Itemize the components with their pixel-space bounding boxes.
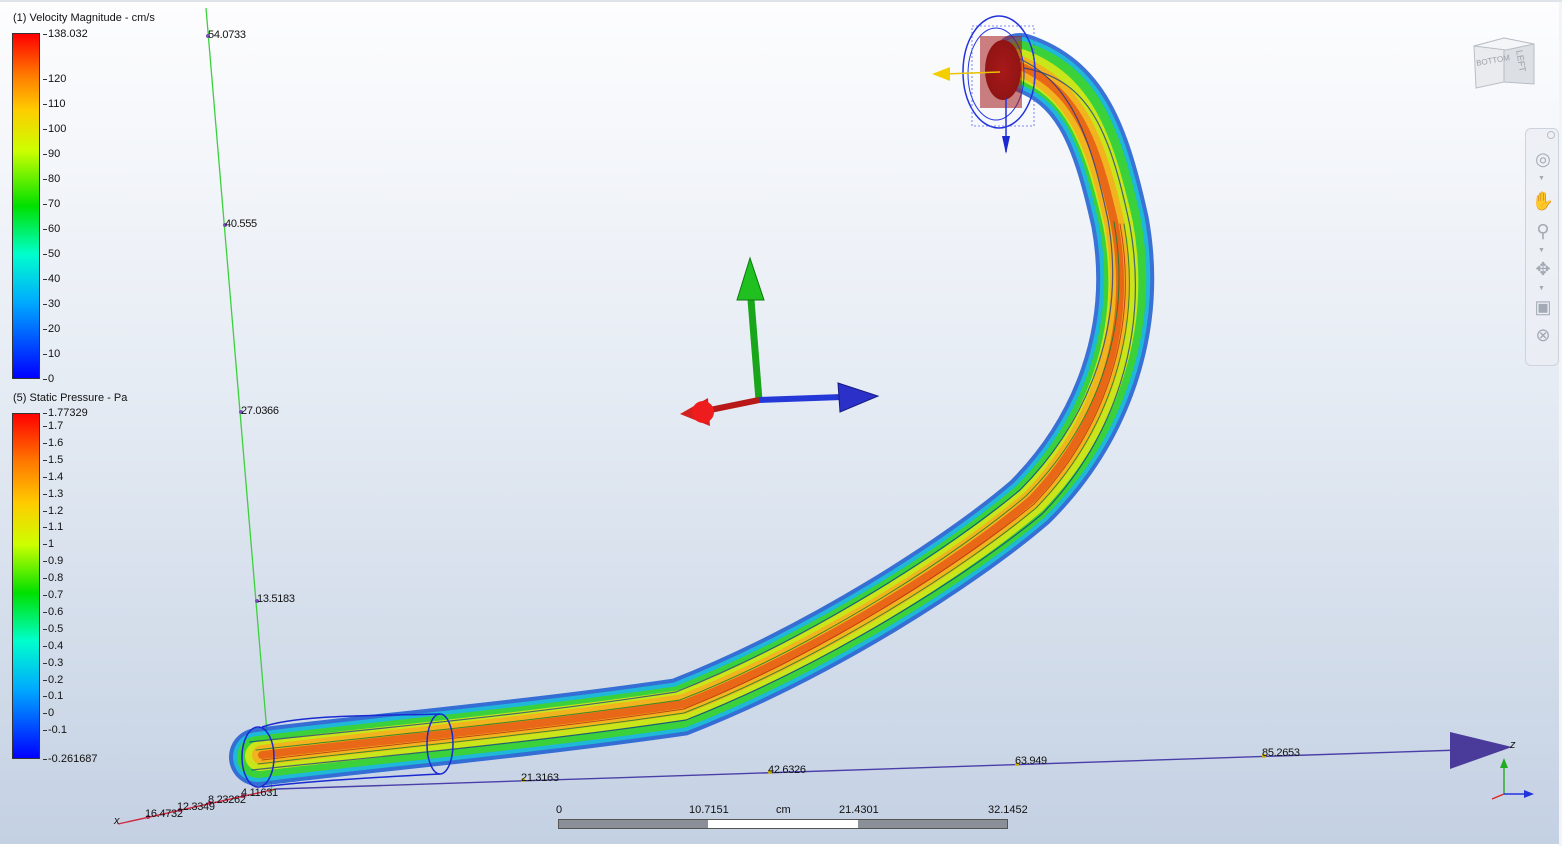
z-axis-label: 63.949: [1015, 755, 1047, 767]
y-axis-label: 40.555: [225, 218, 257, 230]
z-axis-label: 85.2653: [1262, 747, 1300, 759]
global-y-axis: [205, 7, 273, 793]
pressure-tick-label: 0.7: [42, 589, 64, 601]
chevron-down-icon[interactable]: ▼: [1538, 285, 1545, 292]
y-axis-label: 27.0366: [241, 405, 279, 417]
pressure-tick-label: 1.6: [42, 436, 64, 449]
velocity-tick-label: 80: [42, 173, 61, 185]
3d-viewport[interactable]: (1) Velocity Magnitude - cm/s 138.032 120…: [0, 0, 1562, 846]
look-at-icon[interactable]: ▣: [1531, 295, 1555, 319]
triad-gizmo[interactable]: [680, 256, 880, 426]
pressure-tick-label: 0.3: [42, 656, 64, 669]
pressure-tick-label: 1.5: [42, 453, 64, 466]
zoom-icon[interactable]: ⚲: [1531, 219, 1555, 243]
pressure-tick-label: 0.8: [42, 572, 64, 585]
velocity-tick-label: 70: [42, 198, 61, 210]
pressure-tick-label: 0.5: [42, 622, 64, 635]
chevron-down-icon[interactable]: ▼: [1538, 175, 1545, 182]
velocity-tick-label: 100: [42, 123, 67, 135]
center-icon[interactable]: ⊗: [1531, 323, 1555, 347]
pressure-tick-label: 0.9: [42, 555, 64, 568]
pressure-tick-label: 0.4: [42, 639, 64, 652]
y-axis-label: 13.5183: [257, 593, 295, 605]
scene-canvas[interactable]: [0, 2, 1562, 846]
pressure-color-bar: [12, 413, 40, 759]
velocity-color-bar: [12, 33, 40, 379]
x-axis-label: 16.4732: [145, 808, 183, 820]
velocity-tick-label: 110: [43, 98, 66, 110]
mini-axis-triad: [1491, 758, 1534, 800]
pressure-tick-label: 0: [42, 707, 55, 720]
pressure-tick-label: 0.2: [42, 673, 64, 686]
navigation-toolbar: ◎ ▼ ✋ ⚲ ▼ ✥ ▼ ▣ ⊗: [1525, 128, 1559, 366]
pressure-tick-label: 1.3: [42, 487, 64, 500]
z-axis-label: 21.3163: [521, 772, 559, 784]
scale-bar: [558, 819, 1008, 829]
velocity-tick-label: 20: [42, 323, 61, 335]
scale-bar-label: 0: [556, 804, 563, 816]
x-axis-name: x: [114, 815, 120, 827]
velocity-max-label: 138.032: [43, 28, 88, 40]
velocity-legend-title: (1) Velocity Magnitude - cm/s: [13, 12, 155, 24]
velocity-tick-label: 30: [42, 298, 61, 310]
velocity-tick-label: 90: [42, 148, 61, 160]
scale-bar-label: 21.4301: [839, 804, 879, 816]
orbit-icon[interactable]: ✥: [1531, 257, 1555, 281]
velocity-tick-label: 10: [42, 348, 61, 360]
y-axis-label: 54.0733: [208, 29, 246, 41]
scale-bar-label: 10.7151: [689, 804, 729, 816]
velocity-tick-label: 50: [42, 248, 61, 260]
velocity-tick-label: 120: [42, 73, 67, 85]
scale-bar-label: 32.1452: [988, 804, 1028, 816]
pressure-min-label: -0.261687: [43, 753, 98, 765]
pressure-tick-label: 0.1: [42, 690, 64, 703]
steering-wheel-icon[interactable]: ◎: [1531, 147, 1555, 171]
pressure-tick-label: 1.4: [42, 470, 64, 483]
pressure-tick-label: 1: [42, 538, 55, 551]
pressure-tick-label: -0.1: [43, 724, 67, 737]
z-axis-name: z: [1510, 739, 1516, 751]
velocity-tick-label: 0: [42, 373, 55, 385]
velocity-tick-label: 60: [42, 223, 61, 235]
pressure-legend-title: (5) Static Pressure - Pa: [13, 392, 128, 404]
pressure-max-label: 1.77329: [43, 407, 88, 419]
scale-bar-unit: cm: [776, 804, 791, 816]
z-axis-label: 42.6326: [768, 764, 806, 776]
pressure-tick-label: 0.6: [42, 605, 64, 618]
chevron-down-icon[interactable]: ▼: [1538, 247, 1545, 254]
view-cube[interactable]: BOTTOM LEFT: [1470, 32, 1542, 90]
velocity-tick-label: 40: [42, 273, 61, 285]
x-axis-label: 4.11631: [241, 787, 278, 799]
outlet-region[interactable]: [932, 15, 1036, 154]
pressure-tick-label: 1.7: [42, 420, 64, 432]
pressure-tick-label: 1.1: [42, 521, 64, 534]
toolbar-close-icon[interactable]: [1547, 131, 1555, 139]
pan-hand-icon[interactable]: ✋: [1531, 189, 1555, 213]
pressure-tick-label: 1.2: [42, 504, 64, 517]
